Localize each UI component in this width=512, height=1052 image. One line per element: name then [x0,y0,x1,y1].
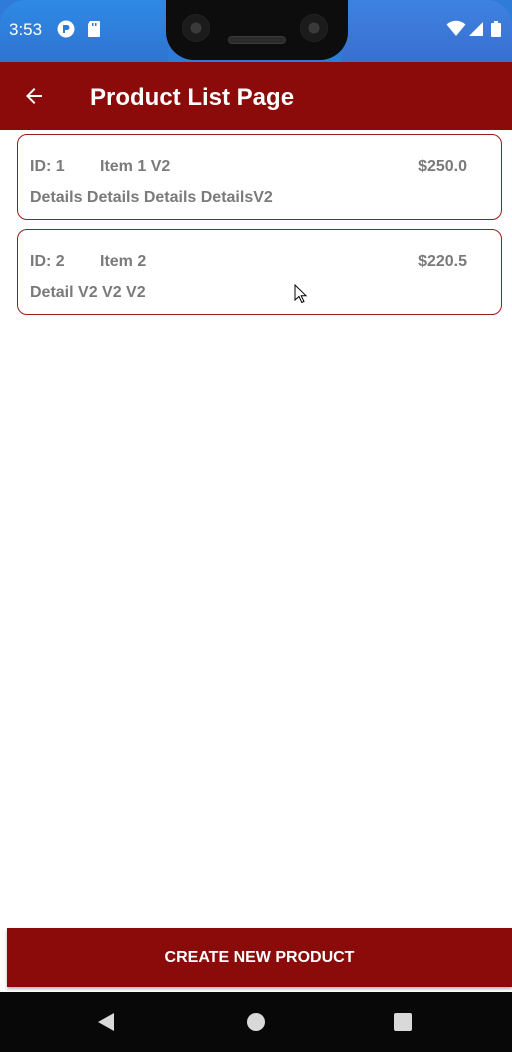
back-triangle-icon [98,1013,114,1031]
create-new-product-button[interactable]: CREATE NEW PRODUCT [7,928,512,987]
product-price: $220.5 [418,253,467,270]
system-navigation-bar [0,992,512,1052]
nav-recents-button[interactable] [391,1010,415,1034]
nav-home-button[interactable] [244,1010,268,1034]
product-name: Item 2 [100,253,147,270]
status-time: 3:53 [9,20,43,39]
product-list: ID: 1 Item 1 V2 $250.0 Details Details D… [17,134,502,324]
product-card[interactable]: ID: 2 Item 2 $220.5 Detail V2 V2 V2 [17,229,502,315]
camera-notch [166,0,348,60]
product-details: Details Details Details DetailsV2 [30,189,273,206]
page-title: Product List Page [90,84,295,111]
mouse-cursor-icon [294,284,308,304]
product-id: ID: 2 [30,253,65,270]
signal-icon [468,20,484,38]
home-circle-icon [247,1013,265,1031]
recents-square-icon [394,1013,412,1031]
front-camera-left [182,14,210,42]
arrow-back-icon [26,88,42,104]
product-details: Detail V2 V2 V2 [30,284,146,301]
wifi-icon [446,20,466,38]
phone-screen: 3:53 Product List Page ID: 1 Item 1 V2 $… [0,0,512,1052]
product-id: ID: 1 [30,158,65,175]
status-bar: 3:53 [0,0,512,62]
earpiece-speaker [228,36,286,44]
back-button[interactable] [14,76,54,116]
battery-icon [490,20,502,38]
product-name: Item 1 V2 [100,158,171,175]
nav-back-button[interactable] [94,1010,118,1034]
product-card[interactable]: ID: 1 Item 1 V2 $250.0 Details Details D… [17,134,502,220]
notification-icon [57,20,75,38]
status-bar-right [342,0,512,62]
app-bar: Product List Page [0,62,512,130]
product-price: $250.0 [418,158,467,175]
sd-card-icon [86,20,104,38]
front-camera-right [300,14,328,42]
